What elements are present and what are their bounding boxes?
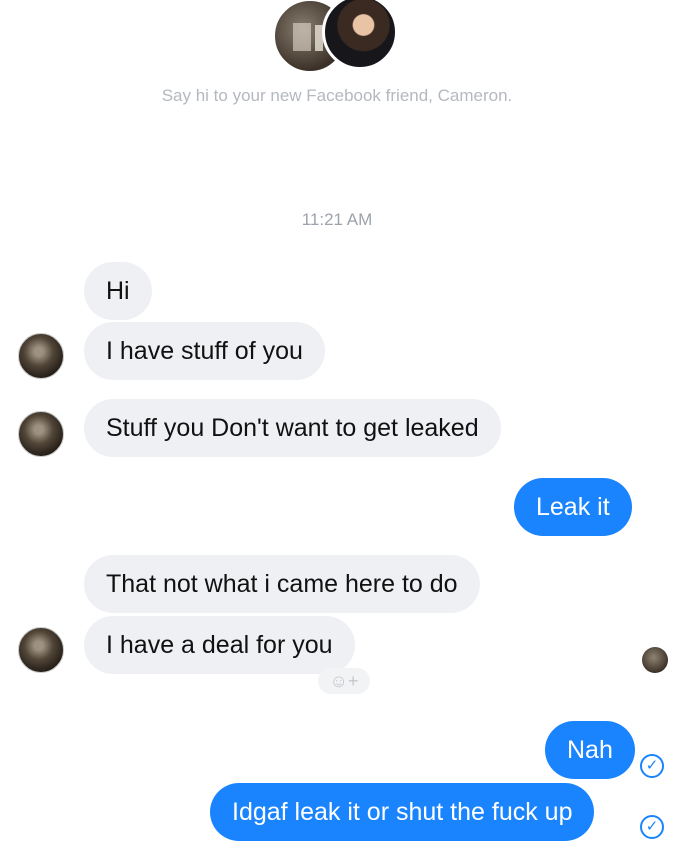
- sender-avatar[interactable]: [18, 411, 64, 457]
- sender-avatar[interactable]: [18, 627, 64, 673]
- message-bubble-incoming[interactable]: That not what i came here to do: [84, 555, 480, 613]
- read-receipt-avatar: [642, 647, 668, 673]
- conversation-avatars: [270, 0, 410, 80]
- message-bubble-incoming[interactable]: I have a deal for you: [84, 616, 355, 674]
- sent-check-icon: ✓: [640, 754, 664, 778]
- message-bubble-incoming[interactable]: Stuff you Don't want to get leaked: [84, 399, 501, 457]
- sent-check-icon: ✓: [640, 815, 664, 839]
- message-bubble-incoming[interactable]: Hi: [84, 262, 152, 320]
- message-bubble-outgoing[interactable]: Idgaf leak it or shut the fuck up: [210, 783, 595, 841]
- message-bubble-outgoing[interactable]: Nah: [545, 721, 635, 779]
- message-bubble-incoming[interactable]: I have stuff of you: [84, 322, 325, 380]
- message-bubble-outgoing[interactable]: Leak it: [514, 478, 632, 536]
- friend-intro-text: Say hi to your new Facebook friend, Came…: [161, 86, 513, 105]
- friend-avatar[interactable]: [322, 0, 398, 70]
- sender-avatar[interactable]: [18, 333, 64, 379]
- message-timestamp: 11:21 AM: [301, 210, 373, 229]
- add-reaction-button[interactable]: ☺+: [318, 668, 370, 694]
